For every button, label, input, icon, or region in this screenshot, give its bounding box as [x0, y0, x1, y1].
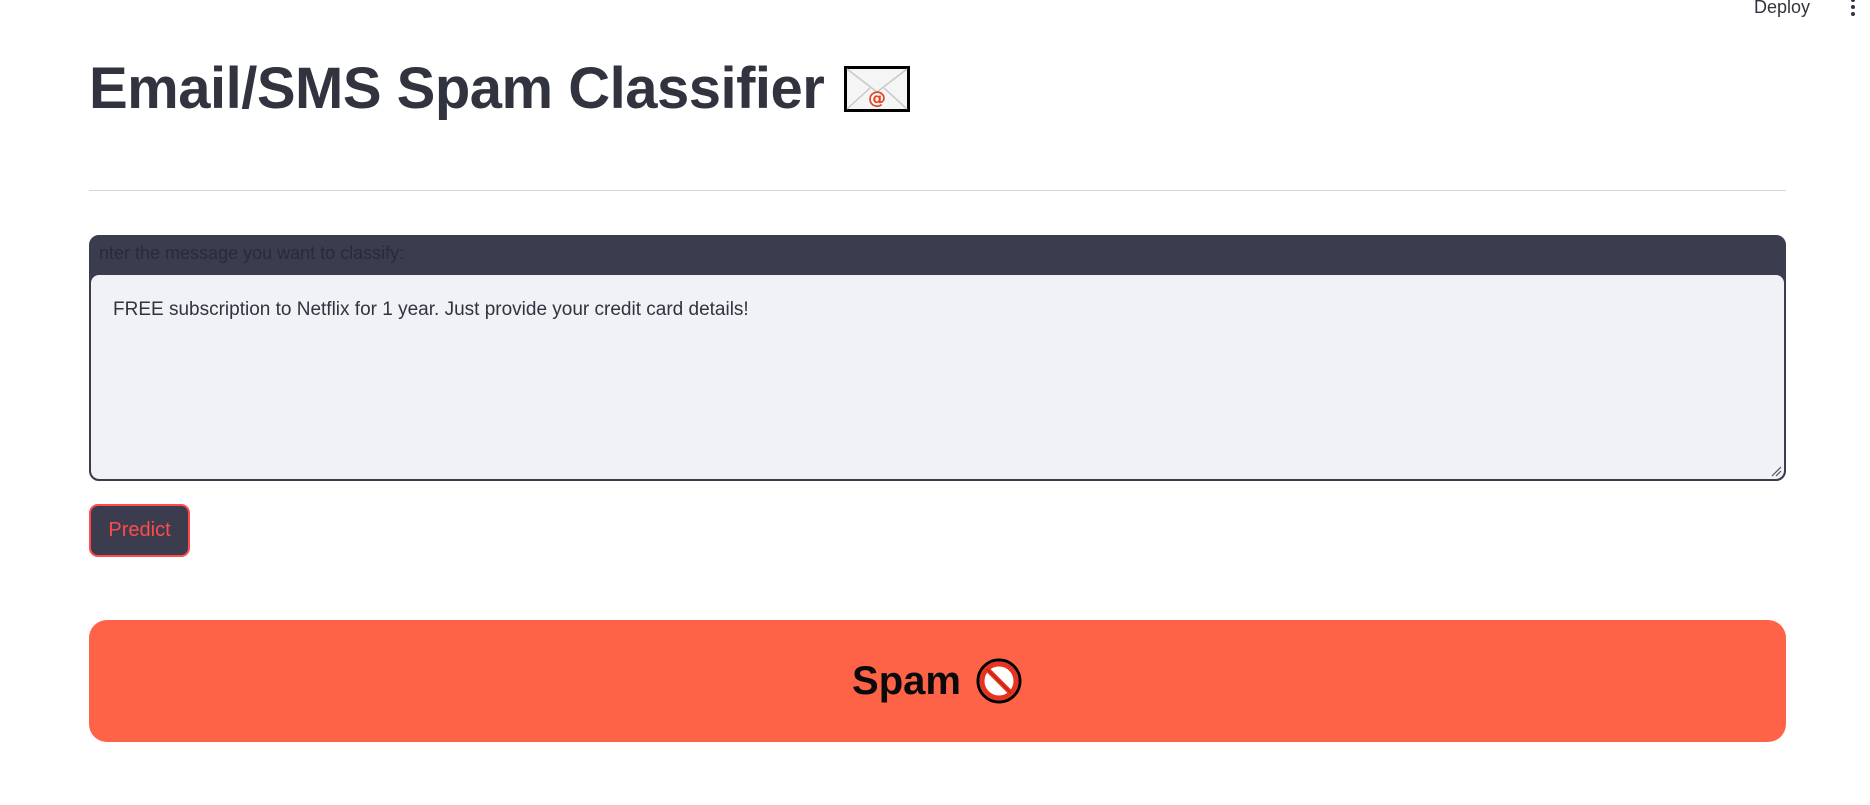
svg-text:@: @ — [868, 88, 886, 109]
result-banner: Spam — [89, 620, 1786, 742]
textarea-value: FREE subscription to Netflix for 1 year.… — [113, 299, 749, 320]
result-label: Spam — [852, 658, 961, 703]
deploy-button[interactable]: Deploy — [1754, 0, 1810, 18]
no-entry-icon — [976, 658, 1022, 704]
textarea-label: nter the message you want to classify: — [99, 243, 405, 263]
title-row: Email/SMS Spam Classifier @ — [89, 56, 911, 122]
resize-grip-icon[interactable] — [1770, 465, 1782, 477]
app-page: Deploy Email/SMS Spam Classifier @ nter … — [0, 0, 1870, 805]
page-title: Email/SMS Spam Classifier — [89, 56, 825, 121]
envelope-icon: @ — [844, 66, 911, 112]
kebab-menu-icon[interactable] — [1846, 0, 1860, 16]
message-textarea-container: nter the message you want to classify: F… — [89, 235, 1786, 481]
predict-button[interactable]: Predict — [89, 504, 190, 557]
message-textarea[interactable]: FREE subscription to Netflix for 1 year.… — [91, 275, 1784, 479]
divider — [89, 190, 1786, 191]
